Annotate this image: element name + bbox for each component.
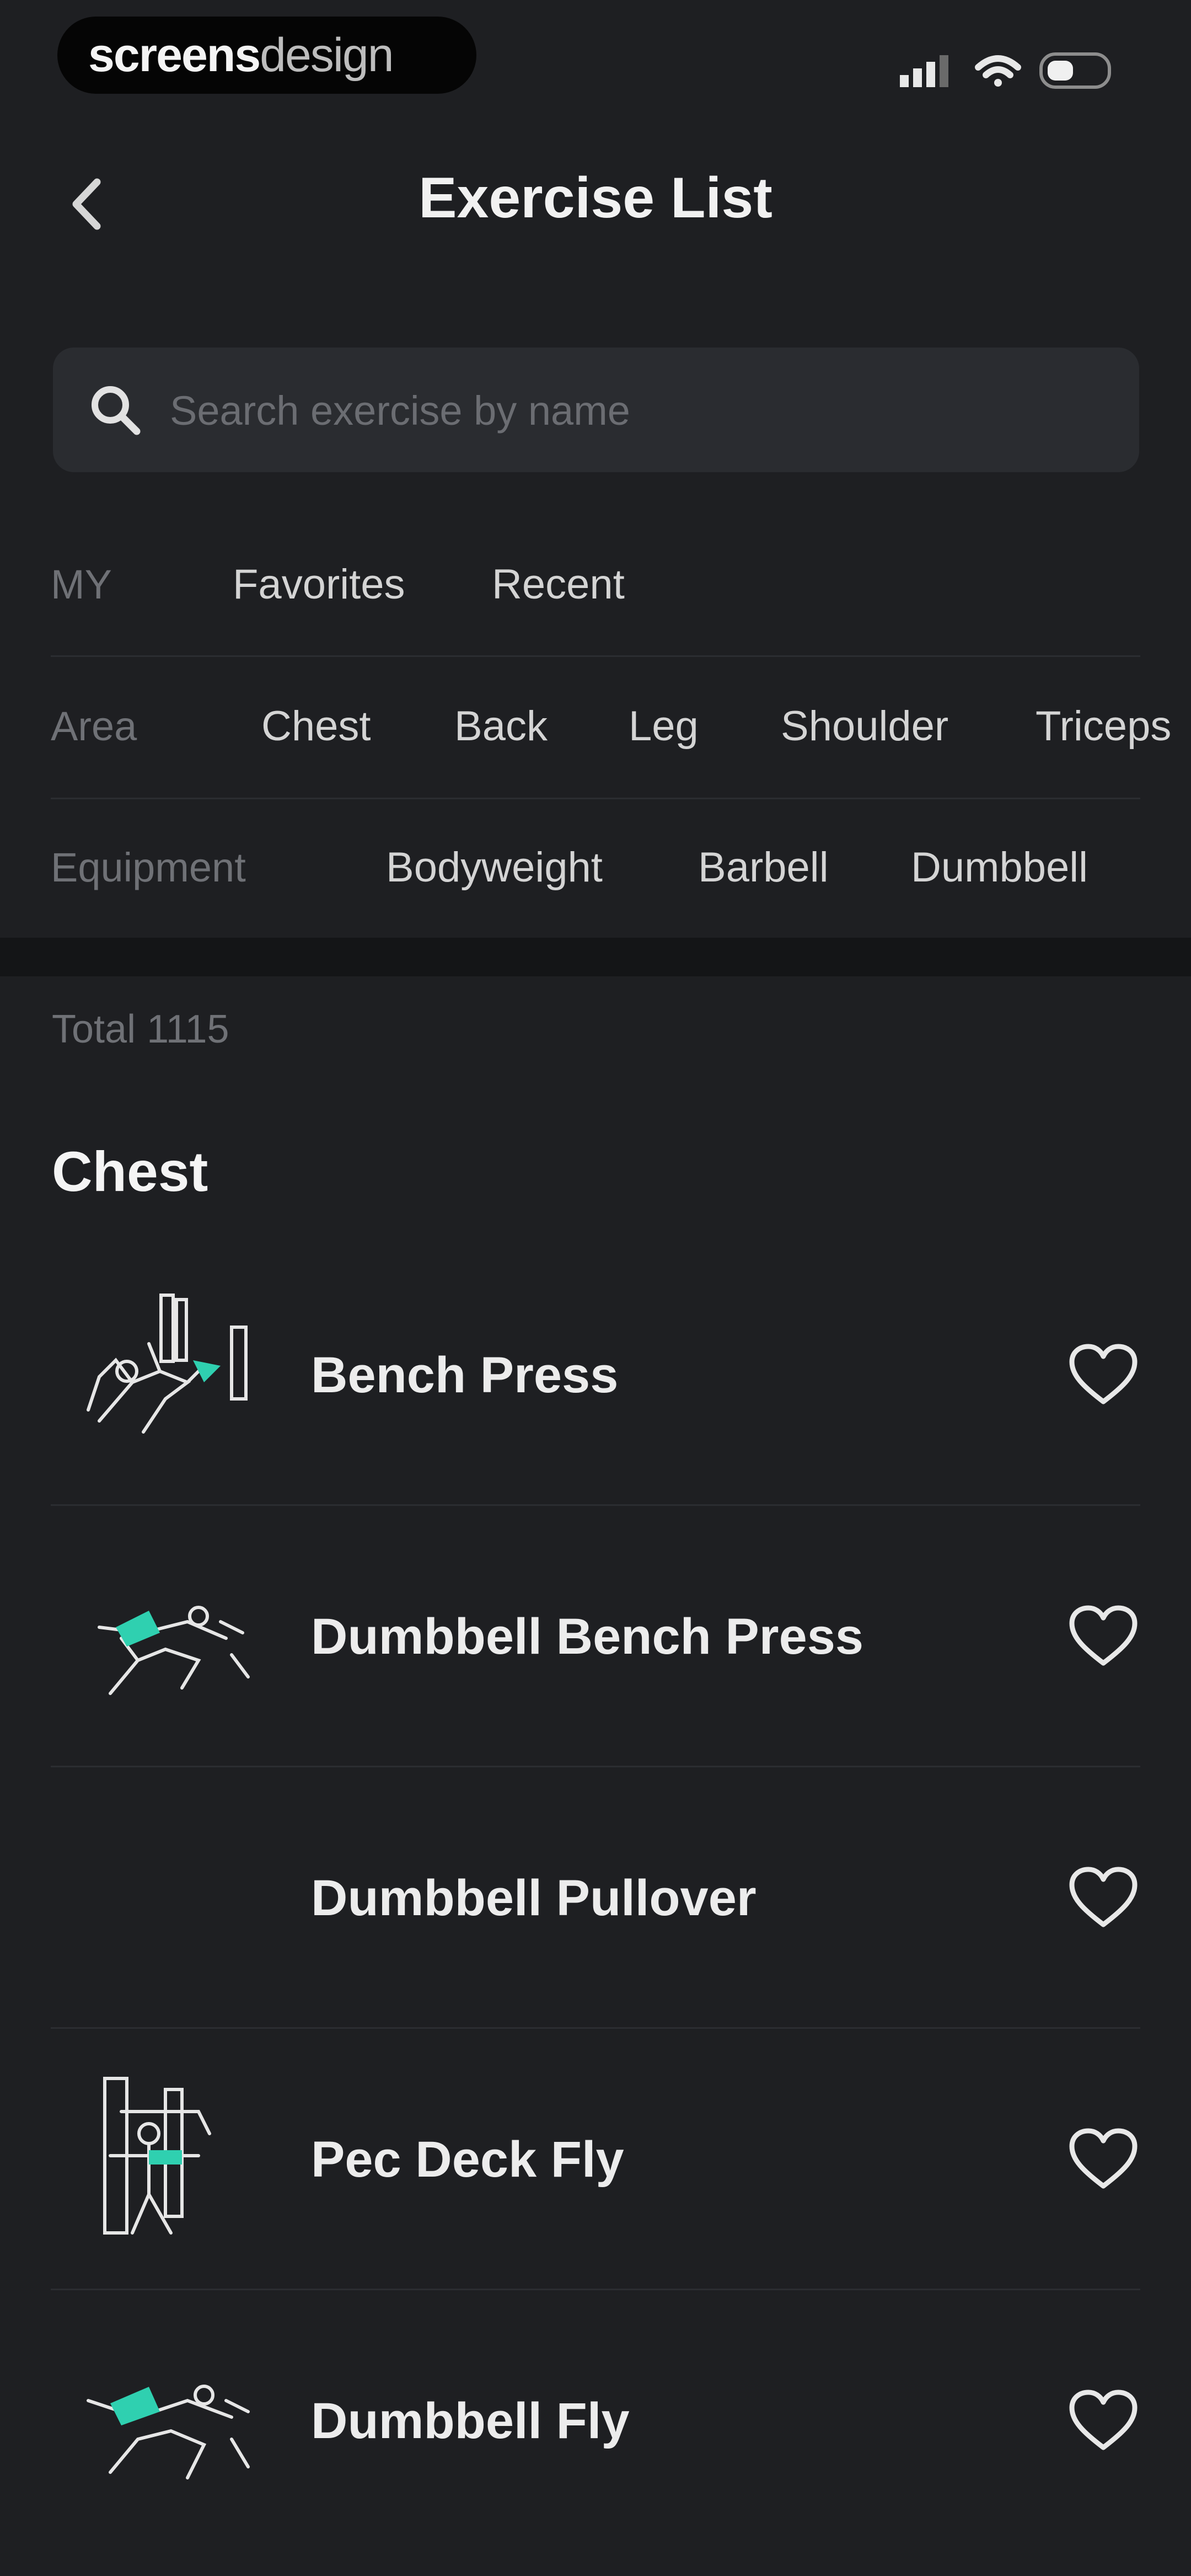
filter-chip-barbell[interactable]: Barbell [698,804,829,931]
divider [51,798,1140,799]
filter-chip-shoulder[interactable]: Shoulder [781,663,948,790]
exercise-name: Dumbbell Fly [311,2393,630,2449]
status-icons [900,52,1111,89]
filter-chip-bodyweight[interactable]: Bodyweight [386,804,603,931]
signal-icon [900,55,948,87]
battery-icon [1039,52,1111,89]
exercise-name: Dumbbell Pullover [311,1870,757,1926]
exercise-illustration [98,1606,250,1695]
heart-outline-icon[interactable] [1067,2126,1139,2193]
exercise-item-dumbbell-bench-press[interactable]: Dumbbell Bench Press [0,1506,1191,1767]
heart-outline-icon[interactable] [1067,2388,1139,2454]
filter-chip-chest[interactable]: Chest [261,663,371,790]
brand-part-screens: screens [88,28,261,82]
exercise-item-dumbbell-fly[interactable]: Dumbbell Fly [0,2290,1191,2552]
exercise-item-dumbbell-pullover[interactable]: Dumbbell Pullover [0,1767,1191,2029]
wifi-icon [975,55,1021,87]
filter-chip-back[interactable]: Back [454,663,548,790]
exercise-item-pec-deck-fly[interactable]: Pec Deck Fly [0,2029,1191,2290]
filter-chip-dumbbell[interactable]: Dumbbell [911,804,1088,931]
filter-row-area: Area Chest Back Leg Shoulder Triceps [0,663,1191,790]
filter-chip-favorites[interactable]: Favorites [233,521,405,648]
filter-chip-triceps[interactable]: Triceps [1036,663,1171,790]
search-bar[interactable] [53,348,1139,473]
brand-part-design: design [260,28,394,82]
brand-watermark: screens design [57,17,476,94]
exercise-illustration [87,2385,250,2479]
heart-outline-icon[interactable] [1067,1865,1139,1931]
exercise-name: Pec Deck Fly [311,2131,624,2188]
exercise-illustration [103,2077,211,2235]
exercise-list-screen: screensdesign Exercise List MY [0,0,1191,2576]
heart-outline-icon[interactable] [1067,1342,1139,1408]
search-icon [92,386,141,435]
filter-label-my: MY [51,562,112,607]
exercise-name: Bench Press [311,1347,619,1403]
section-title-chest: Chest [52,1140,208,1203]
divider [51,655,1140,657]
exercise-illustration-empty [66,1811,259,1982]
filter-label-area: Area [51,703,137,749]
heart-outline-icon[interactable] [1067,1604,1139,1670]
page-title: Exercise List [419,166,772,230]
filter-label-equipment: Equipment [51,845,246,890]
filter-row-my: MY Favorites Recent [0,521,1191,648]
filter-chip-recent[interactable]: Recent [492,521,625,648]
filter-chip-leg[interactable]: Leg [629,663,699,790]
exercise-illustration [87,1294,248,1434]
total-count: Total 1115 [52,1007,229,1051]
search-input[interactable] [169,348,1108,473]
section-separator-band [0,938,1191,976]
filter-row-equipment: Equipment Bodyweight Barbell Dumbbell [0,804,1191,931]
exercise-item-bench-press[interactable]: Bench Press [0,1244,1191,1506]
exercise-name: Dumbbell Bench Press [311,1608,864,1665]
